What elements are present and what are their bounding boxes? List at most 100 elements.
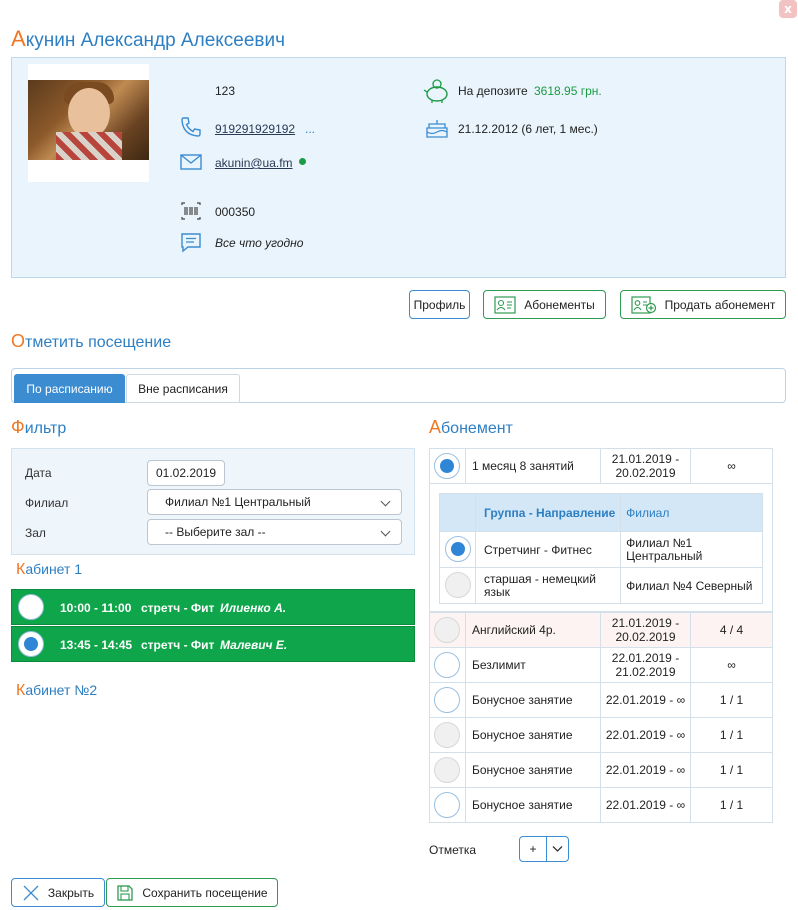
date-input[interactable]: 01.02.2019 [147,460,225,486]
subscription-row[interactable]: Безлимит 22.01.2019 - 21.02.2019 ∞ [429,647,773,683]
subscription-radio[interactable] [434,453,460,479]
subscription-name: Английский 4р. [465,612,601,648]
subscription-visits: 1 / 1 [690,717,773,753]
subscription-radio [434,722,460,748]
session-time: 13:45 - 14:45 [60,638,133,652]
hall-select[interactable]: -- Выберите зал -- [147,519,402,545]
save-visit-button[interactable]: Сохранить посещение [106,878,278,907]
session-row[interactable]: 10:00 - 11:00 стретч - Фит Илиенко А. [11,589,415,625]
sell-subscription-button[interactable]: Продать абонемент [620,290,786,319]
subscription-row[interactable]: Бонусное занятие 22.01.2019 - ∞ 1 / 1 [429,717,773,753]
deposit-label: На депозите [458,84,528,98]
subscription-dates: 22.01.2019 - ∞ [600,752,691,788]
subscription-dates: 21.01.2019 - 20.02.2019 [600,448,691,484]
client-email-link[interactable]: akunin@ua.fm [215,156,293,170]
subscription-row[interactable]: 1 месяц 8 занятий 21.01.2019 - 20.02.201… [429,448,773,484]
client-name-title: Акунин Александр Алексеевич [11,26,286,51]
groups-header-branch: Филиал [620,493,763,532]
subscription-radio[interactable] [434,792,460,818]
client-note: Все что угодно [215,236,304,250]
group-row[interactable]: Стретчинг - Фитнес Филиал №1 Центральный [439,531,763,568]
subscription-dates: 21.01.2019 - 20.02.2019 [600,612,691,648]
subscription-visits: 4 / 4 [690,612,773,648]
subscription-dates: 22.01.2019 - ∞ [600,787,691,823]
subscription-groups-panel: Группа - Направление Филиал Стретчинг - … [429,483,773,612]
piggy-bank-icon [423,79,448,103]
email-icon [180,154,202,170]
group-name: Стретчинг - Фитнес [474,531,622,568]
room-1-title: Кабинет 1 [16,561,83,578]
visit-section-title: Отметить посещение [11,331,172,351]
subscription-dates: 22.01.2019 - ∞ [600,717,691,753]
subscription-title: Абонемент [429,417,513,437]
subscription-row[interactable]: Бонусное занятие 22.01.2019 - ∞ 1 / 1 [429,787,773,823]
group-radio[interactable] [445,536,471,562]
client-info-panel: 123 919291929192 ... akunin@ua.fm 000350… [11,57,786,278]
branch-select[interactable]: Филиал №1 Центральный [147,489,402,515]
phone-icon [181,117,201,137]
mark-value: + [529,842,537,856]
subscription-visits: 1 / 1 [690,682,773,718]
subscription-radio[interactable] [434,652,460,678]
session-row[interactable]: 13:45 - 14:45 стретч - Фит Малевич Е. [11,626,415,662]
subscription-name: Бонусное занятие [465,787,601,823]
subscription-dates: 22.01.2019 - 21.02.2019 [600,647,691,683]
branch-label: Филиал [25,496,69,510]
visit-tabs: По расписанию Вне расписания [11,368,786,403]
session-group: стретч - Фит [141,601,215,615]
client-birthday: 21.12.2012 (6 лет, 1 мес.) [458,122,598,136]
filter-title: Фильтр [11,417,67,437]
chevron-down-icon [380,496,391,507]
subscriptions-button[interactable]: Абонементы [483,290,606,319]
chevron-down-icon [380,526,391,537]
subscription-radio [434,757,460,783]
subscription-name: Безлимит [465,647,601,683]
mark-dropdown[interactable]: + [519,836,569,862]
chevron-down-icon [552,846,563,852]
subscription-visits: ∞ [690,647,773,683]
client-phone-link[interactable]: 919291929192 [215,122,295,136]
profile-button[interactable]: Профиль [409,290,470,319]
session-time: 10:00 - 11:00 [60,601,132,615]
subscription-visits: ∞ [690,448,773,484]
close-button[interactable]: Закрыть [11,878,105,907]
date-label: Дата [25,466,52,480]
subscription-name: Бонусное занятие [465,682,601,718]
session-group: стретч - Фит [141,638,215,652]
subscription-row[interactable]: Бонусное занятие 22.01.2019 - ∞ 1 / 1 [429,752,773,788]
subscription-radio[interactable] [434,687,460,713]
group-row[interactable]: старшая - немецкий язык Филиал №4 Северн… [439,567,763,604]
subscription-groups-table: Группа - Направление Филиал Стретчинг - … [439,493,763,604]
group-name: старшая - немецкий язык [474,567,622,604]
session-trainer: Малевич Е. [220,638,288,652]
client-photo [28,64,149,182]
client-card-number: 000350 [215,205,256,219]
subscription-radio [434,617,460,643]
filter-panel: Дата 01.02.2019 Филиал Филиал №1 Централ… [11,448,415,555]
mark-label: Отметка [429,843,477,857]
session-radio[interactable] [18,594,44,620]
tab-by-schedule[interactable]: По расписанию [14,374,125,403]
session-trainer: Илиенко А. [220,601,287,615]
deposit-value: 3618.95 грн. [534,84,602,98]
email-verified-indicator [299,158,306,165]
phone-more-button[interactable]: ... [305,122,315,136]
sell-card-icon [631,295,656,314]
birthday-cake-icon [426,120,448,138]
subscription-name: Бонусное занятие [465,717,601,753]
client-id: 123 [215,84,236,98]
subscription-visits: 1 / 1 [690,787,773,823]
session-radio[interactable] [18,631,44,657]
subscription-row[interactable]: Бонусное занятие 22.01.2019 - ∞ 1 / 1 [429,682,773,718]
groups-header-group: Группа - Направление [474,493,622,532]
hall-label: Зал [25,526,46,540]
tab-off-schedule[interactable]: Вне расписания [126,374,240,403]
group-radio [445,572,471,598]
close-icon [23,885,39,900]
subscription-card-icon [494,295,516,314]
comment-icon [181,233,201,253]
subscription-row[interactable]: Английский 4р. 21.01.2019 - 20.02.2019 4… [429,612,773,648]
subscription-name: Бонусное занятие [465,752,601,788]
subscription-dates: 22.01.2019 - ∞ [600,682,691,718]
close-window-button[interactable]: x [779,0,797,18]
